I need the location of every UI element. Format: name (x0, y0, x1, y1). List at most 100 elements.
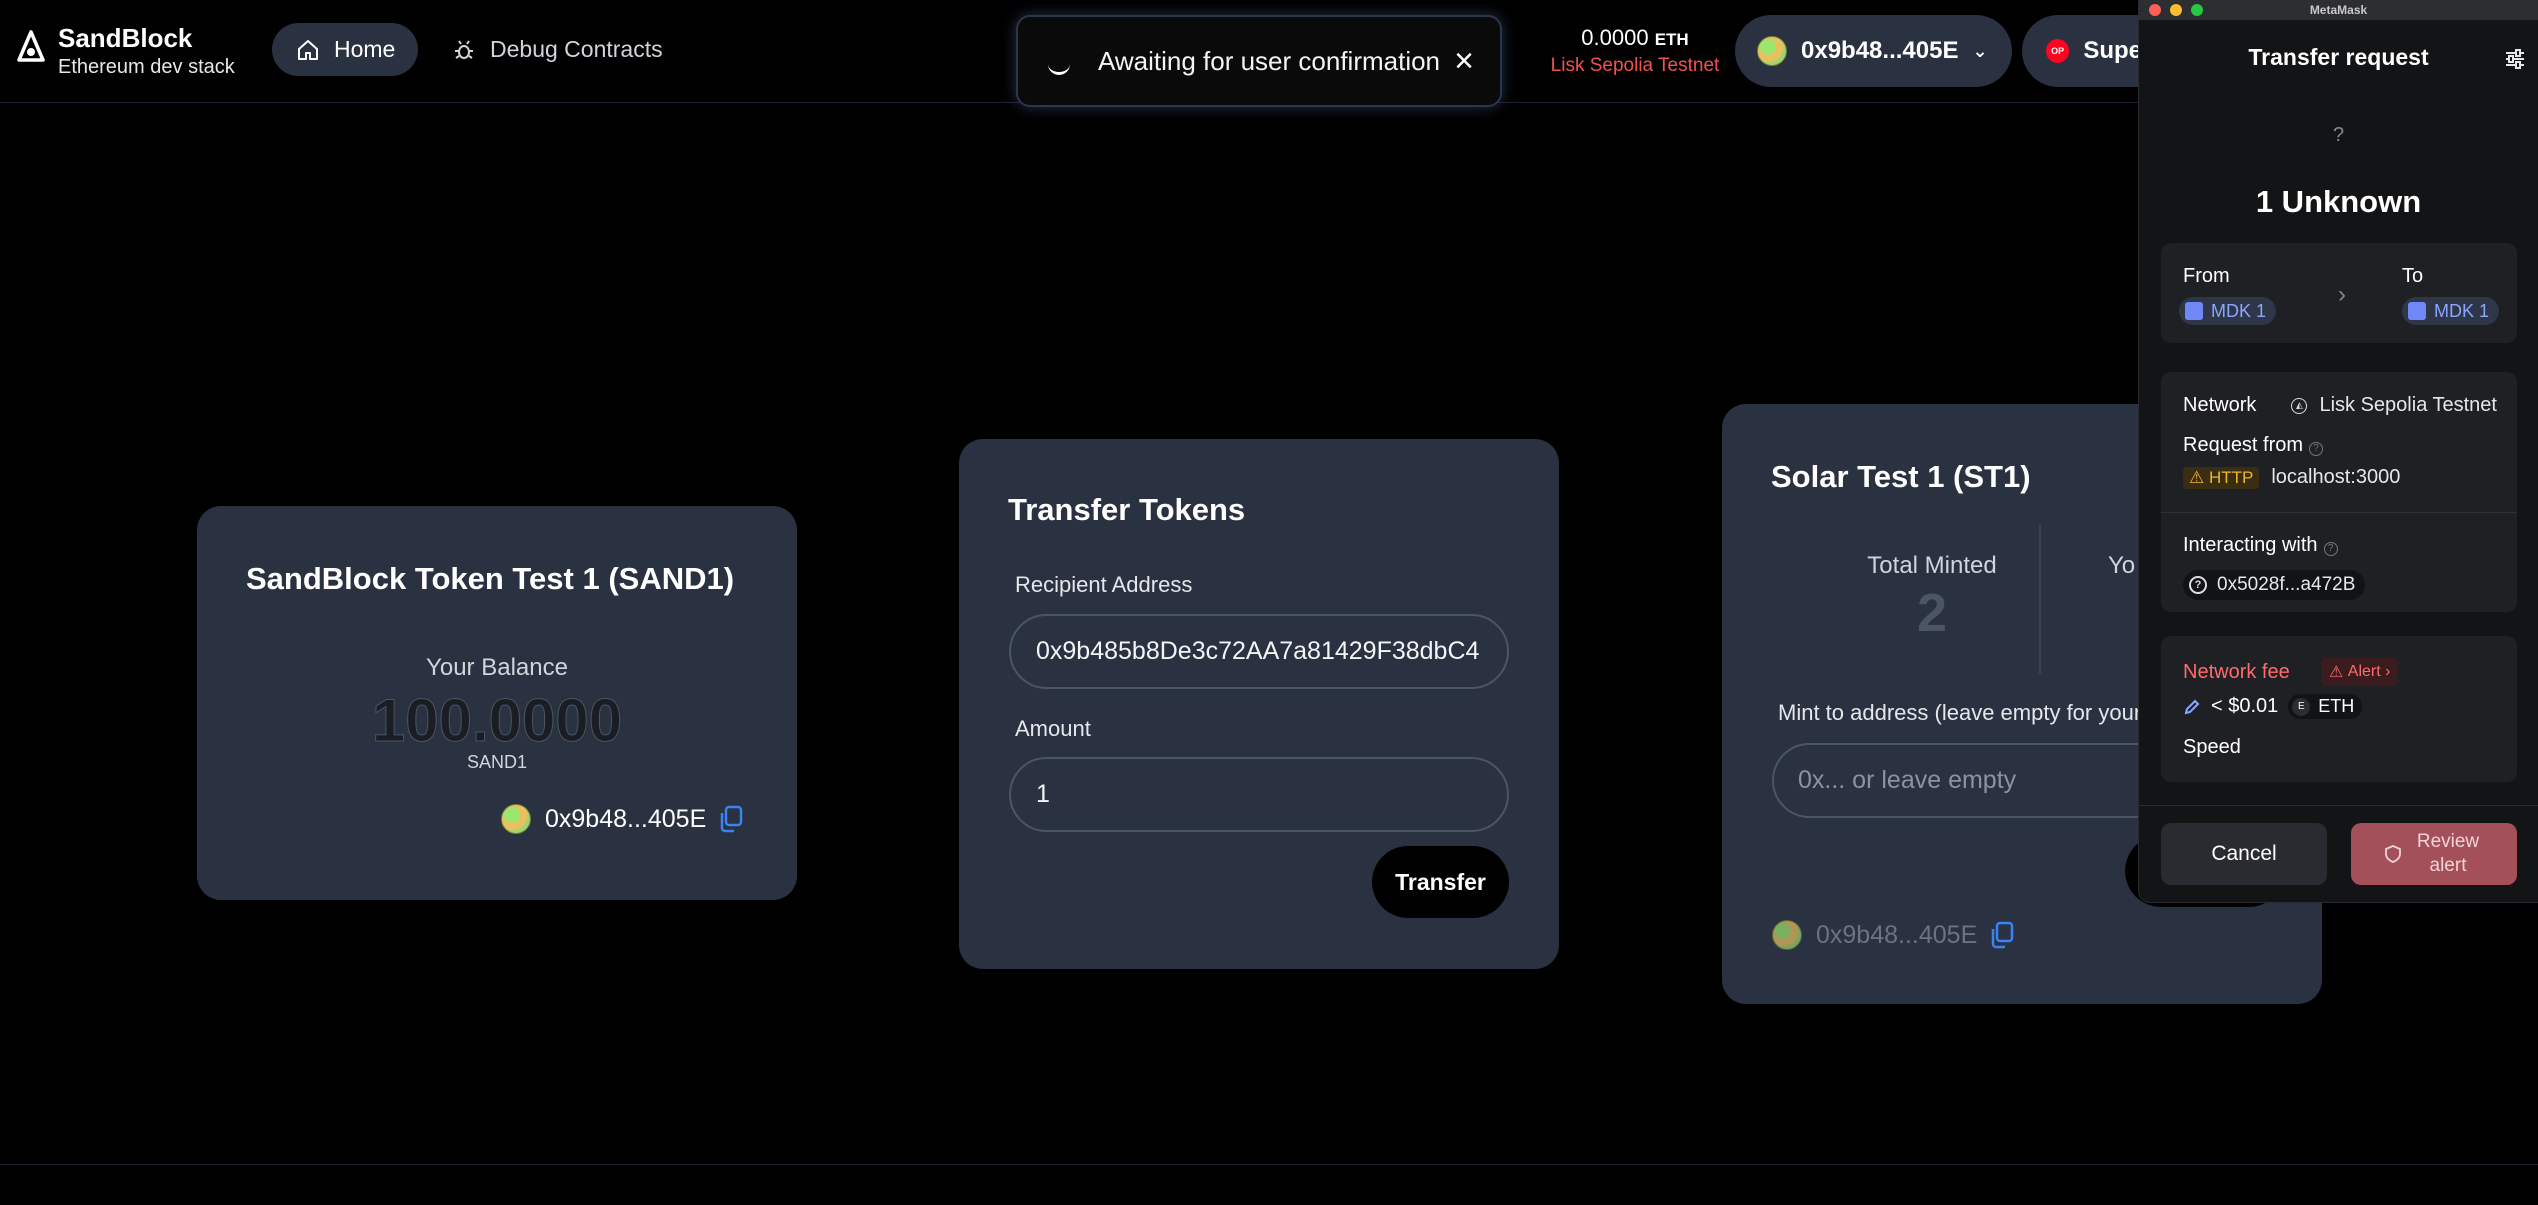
confirmation-toast: Awaiting for user confirmation × (1016, 15, 1502, 107)
request-from-value: ⚠ HTTP localhost:3000 (2183, 466, 2400, 489)
interacting-text: Interacting with (2183, 534, 2318, 556)
your-balance-label: Yo (2108, 552, 2136, 579)
home-icon (298, 39, 318, 60)
metamask-title: Transfer request (2248, 44, 2429, 70)
transfer-asset: 1 Unknown (2255, 184, 2422, 219)
window-title: MetaMask (2309, 3, 2368, 17)
token-balance-card: SandBlock Token Test 1 (SAND1) Your Bala… (197, 506, 797, 900)
amount-input[interactable]: 1 (1009, 757, 1509, 832)
brand-title: SandBlock (58, 23, 193, 53)
interacting-label: Interacting with? (2183, 534, 2338, 557)
superchain-label: Supe (2083, 37, 2142, 64)
network-value: ◭ Lisk Sepolia Testnet (2291, 394, 2497, 417)
chevron-down-icon: ⌄ (1972, 40, 1988, 61)
shield-icon (2385, 845, 2401, 863)
divider (2039, 524, 2041, 674)
address-text: 0x9b48...405E (1816, 920, 1978, 949)
nav-home-label: Home (334, 36, 396, 62)
fee-value: < $0.01 (2211, 695, 2279, 717)
account-address: 0x9b48...405E (1801, 37, 1959, 64)
to-account: MDK 1 (2434, 300, 2490, 321)
optimism-icon: OP (2046, 39, 2070, 63)
from-label: From (2183, 265, 2230, 287)
review-alert-label: Review alert (2416, 831, 2480, 876)
account-icon (2185, 302, 2203, 320)
contract-address-pill[interactable]: ? 0x5028f...a472B (2183, 570, 2366, 600)
brand-subtitle: Ethereum dev stack (58, 56, 235, 78)
card-title: SandBlock Token Test 1 (SAND1) (246, 561, 735, 596)
amount-label: Amount (1015, 716, 1091, 741)
balance-value: 0.0000 (1581, 25, 1649, 50)
network-label: Network (2183, 394, 2257, 416)
close-icon[interactable]: × (1454, 44, 1474, 78)
mint-to-label: Mint to address (leave empty for your (1778, 700, 2142, 725)
alert-label: Alert (2347, 663, 2381, 680)
loading-spinner-icon (1048, 53, 1070, 75)
address-display: 0x9b48...405E (1772, 920, 2015, 950)
network-name: Lisk Sepolia Testnet (2319, 394, 2497, 416)
settings-sliders-icon[interactable] (2504, 48, 2526, 70)
bug-icon (455, 39, 473, 59)
card-title: Transfer Tokens (1008, 492, 1246, 527)
recipient-address-input[interactable]: 0x9b485b8De3c72AA7a81429F38dbC4 (1009, 614, 1509, 689)
avatar (1772, 920, 1802, 950)
unknown-token-icon: ? (2332, 124, 2345, 146)
fee-token-pill: E ETH (2288, 694, 2363, 719)
superchain-button[interactable]: OP Supe (2022, 15, 2142, 87)
to-account-pill[interactable]: MDK 1 (2402, 297, 2500, 325)
toast-message: Awaiting for user confirmation (1098, 45, 1441, 76)
nav-debug-label: Debug Contracts (490, 36, 663, 62)
account-icon (2408, 302, 2426, 320)
metamask-header: Transfer request (2139, 20, 2538, 94)
total-minted-value: 2 (1916, 583, 1948, 643)
info-icon[interactable]: ? (2309, 442, 2324, 456)
metamask-footer: Cancel Review alert (2139, 805, 2538, 902)
lisk-icon: ◭ (2291, 397, 2308, 414)
account-button[interactable]: 0x9b48...405E ⌄ (1735, 15, 2012, 87)
footer-divider (0, 1164, 2538, 1165)
copy-icon[interactable] (1989, 921, 2015, 949)
from-account-pill[interactable]: MDK 1 (2179, 297, 2277, 325)
transfer-tokens-card: Transfer Tokens Recipient Address 0x9b48… (959, 439, 1559, 969)
balance-unit: SAND1 (466, 752, 528, 772)
interacting-section: Interacting with? ? 0x5028f...a472B (2161, 512, 2517, 612)
request-from-text: Request from (2183, 434, 2304, 456)
avatar (1757, 36, 1787, 66)
from-account: MDK 1 (2211, 300, 2267, 321)
unknown-contract-icon: ? (2189, 576, 2207, 594)
eth-balance: 0.0000 ETH Lisk Sepolia Testnet (1540, 25, 1730, 79)
avatar (501, 804, 531, 834)
details-box: Network ◭ Lisk Sepolia Testnet Request f… (2161, 372, 2517, 612)
brand[interactable]: SandBlock Ethereum dev stack (16, 22, 235, 80)
balance-unit: ETH (1654, 30, 1689, 49)
eth-icon: E (2292, 697, 2311, 716)
contract-address: 0x5028f...a472B (2217, 574, 2356, 595)
from-to-box: From MDK 1 › To MDK 1 (2161, 243, 2517, 343)
fee-alert-badge[interactable]: ⚠ Alert › (2321, 658, 2399, 686)
fee-value-row: < $0.01 E ETH (2183, 694, 2363, 719)
http-warning-badge: ⚠ HTTP (2183, 466, 2260, 489)
network-name: Lisk Sepolia Testnet (1550, 55, 1720, 76)
address-text: 0x9b48...405E (545, 804, 707, 833)
http-label: HTTP (2208, 467, 2254, 487)
address-display: 0x9b48...405E (501, 804, 744, 834)
nav-debug-contracts-button[interactable]: Debug Contracts (452, 23, 663, 76)
balance-value: 100.0000 (371, 687, 623, 755)
copy-icon[interactable] (718, 805, 744, 833)
recipient-label: Recipient Address (1015, 572, 1193, 597)
review-alert-button[interactable]: Review alert (2351, 823, 2517, 885)
transfer-button[interactable]: Transfer (1372, 846, 1509, 918)
chevron-right-icon: › (2338, 281, 2346, 308)
network-fee-label: Network fee (2183, 661, 2290, 683)
nav-home-button[interactable]: Home (272, 23, 418, 76)
total-minted-label: Total Minted (1867, 552, 1997, 579)
window-titlebar: MetaMask (2139, 0, 2538, 20)
card-title: Solar Test 1 (ST1) (1771, 459, 2031, 494)
fee-token: ETH (2318, 696, 2355, 716)
edit-pencil-icon[interactable] (2183, 698, 2201, 716)
speed-label: Speed (2183, 736, 2241, 758)
metamask-window: MetaMask Transfer request ? 1 Unknown Fr… (2138, 0, 2538, 903)
info-icon[interactable]: ? (2323, 542, 2338, 556)
cancel-button[interactable]: Cancel (2161, 823, 2327, 885)
balance-label: Your Balance (426, 654, 568, 681)
